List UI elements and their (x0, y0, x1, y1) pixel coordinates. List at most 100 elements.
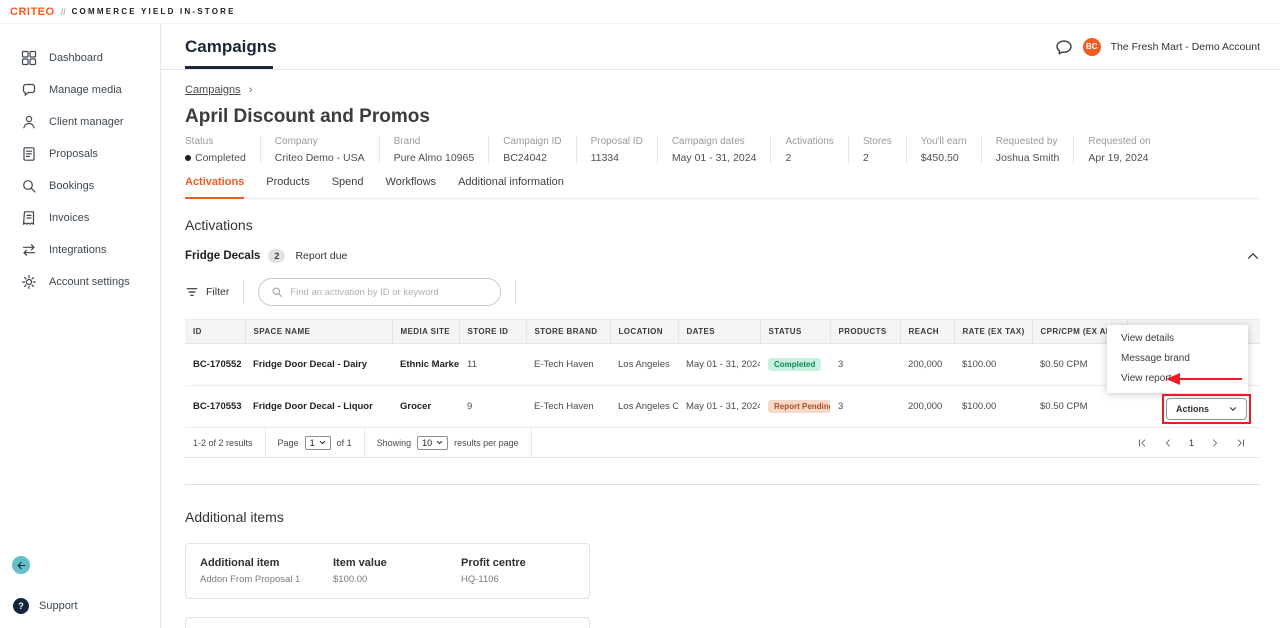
col-location: LOCATION (610, 320, 678, 344)
speech-bubble-icon (21, 82, 37, 98)
sidebar-label: Client manager (49, 116, 124, 128)
topbar: CRITEO // COMMERCE YIELD IN-STORE (0, 0, 1280, 24)
collapse-sidebar-button[interactable] (12, 556, 30, 574)
search-icon (271, 286, 283, 298)
sidebar-label: Integrations (49, 244, 106, 256)
next-page-icon[interactable] (1210, 438, 1220, 448)
additional-item-card: Additional item Item value Profit centre (185, 617, 590, 628)
breadcrumb-separator: › (249, 84, 253, 96)
sidebar: Dashboard Manage media Client manager Pr… (0, 24, 161, 628)
first-page-icon[interactable] (1137, 438, 1147, 448)
info-field-earn: You'll earn $450.50 (906, 136, 981, 164)
table-row[interactable]: BC-170553 Fridge Door Decal - Liquor Gro… (185, 386, 1260, 428)
col-media-site: MEDIA SITE (392, 320, 459, 344)
sidebar-item-bookings[interactable]: Bookings (0, 170, 160, 202)
gear-icon (21, 274, 37, 290)
col-store-id: STORE ID (459, 320, 526, 344)
activations-table: ID SPACE NAME MEDIA SITE STORE ID STORE … (185, 319, 1260, 458)
col-dates: DATES (678, 320, 760, 344)
additional-items-title: Additional items (185, 509, 1260, 525)
sidebar-item-integrations[interactable]: Integrations (0, 234, 160, 266)
chat-bubble-icon[interactable] (1055, 38, 1073, 56)
logo-separator: // (61, 7, 66, 17)
info-field-requested-on: Requested on Apr 19, 2024 (1073, 136, 1164, 164)
status-dot (185, 155, 191, 161)
activation-group-header: Fridge Decals 2 Report due (185, 249, 1260, 263)
menu-item-view-report[interactable]: View report (1107, 369, 1248, 389)
tab-additional-information[interactable]: Additional information (458, 176, 564, 198)
campaign-title: April Discount and Promos (185, 106, 1260, 128)
magnifier-icon (21, 178, 37, 194)
chevron-down-icon (319, 439, 326, 446)
results-count: 1-2 of 2 results (193, 428, 266, 457)
group-title: Fridge Decals (185, 250, 260, 262)
page-selector-group: Page 1 of 1 (266, 428, 365, 457)
info-field-stores: Stores 2 (848, 136, 906, 164)
menu-item-view-details[interactable]: View details (1107, 329, 1248, 349)
divider (515, 280, 516, 304)
sidebar-item-support[interactable]: ? Support (0, 598, 160, 614)
sidebar-item-client-manager[interactable]: Client manager (0, 106, 160, 138)
divider (243, 280, 244, 304)
chevron-down-icon (436, 439, 443, 446)
sidebar-item-dashboard[interactable]: Dashboard (0, 42, 160, 74)
tab-spend[interactable]: Spend (332, 176, 364, 198)
additional-item-card: Additional item Addon From Proposal 1 It… (185, 543, 590, 599)
info-field-company: Company Criteo Demo - USA (260, 136, 379, 164)
tab-workflows[interactable]: Workflows (386, 176, 437, 198)
breadcrumb-campaigns-link[interactable]: Campaigns (185, 84, 241, 96)
account-name[interactable]: The Fresh Mart - Demo Account (1111, 41, 1260, 53)
sidebar-item-invoices[interactable]: Invoices (0, 202, 160, 234)
dashboard-grid-icon (21, 50, 37, 66)
section-divider (185, 484, 1260, 485)
active-title-underline (185, 66, 273, 69)
tab-products[interactable]: Products (266, 176, 309, 198)
info-field-brand: Brand Pure Almo 10965 (379, 136, 489, 164)
sidebar-label: Account settings (49, 276, 130, 288)
col-products: PRODUCTS (830, 320, 900, 344)
sidebar-item-account-settings[interactable]: Account settings (0, 266, 160, 298)
current-page[interactable]: 1 (1189, 438, 1194, 448)
info-field-activations: Activations 2 (770, 136, 847, 164)
filter-icon (185, 285, 199, 299)
col-id: ID (185, 320, 245, 344)
info-field-proposal-id: Proposal ID 11334 (576, 136, 657, 164)
last-page-icon[interactable] (1236, 438, 1246, 448)
sidebar-item-proposals[interactable]: Proposals (0, 138, 160, 170)
invoice-icon (21, 210, 37, 226)
product-name: COMMERCE YIELD IN-STORE (72, 7, 236, 16)
sidebar-item-manage-media[interactable]: Manage media (0, 74, 160, 106)
criteo-logo: CRITEO (10, 6, 55, 18)
chevron-up-icon[interactable] (1246, 249, 1260, 263)
actions-button[interactable]: Actions (1166, 398, 1247, 420)
activation-search (258, 278, 501, 306)
table-header-row: ID SPACE NAME MEDIA SITE STORE ID STORE … (185, 320, 1260, 344)
tab-activations[interactable]: Activations (185, 176, 244, 199)
table-row[interactable]: BC-170552 Fridge Door Decal - Dairy Ethn… (185, 344, 1260, 386)
col-space-name: SPACE NAME (245, 320, 392, 344)
support-label: Support (39, 600, 78, 612)
person-icon (21, 114, 37, 130)
col-reach: REACH (900, 320, 954, 344)
page-title: Campaigns (185, 37, 277, 57)
sidebar-label: Manage media (49, 84, 122, 96)
per-page-group: Showing 10 results per page (365, 428, 532, 457)
info-field-campaign-dates: Campaign dates May 01 - 31, 2024 (657, 136, 771, 164)
page-select[interactable]: 1 (305, 436, 331, 450)
per-page-select[interactable]: 10 (417, 436, 448, 450)
group-status: Report due (295, 250, 347, 262)
status-badge: Report Pending (768, 400, 830, 413)
campaign-info-row: Status Completed Company Criteo Demo - U… (185, 136, 1260, 164)
prev-page-icon[interactable] (1163, 438, 1173, 448)
help-icon: ? (13, 598, 29, 614)
group-count-badge: 2 (268, 249, 285, 263)
menu-item-message-brand[interactable]: Message brand (1107, 349, 1248, 369)
activations-section-title: Activations (185, 217, 1260, 233)
search-input[interactable] (290, 287, 488, 298)
chevron-down-icon (1229, 405, 1237, 413)
sidebar-label: Bookings (49, 180, 94, 192)
avatar[interactable]: BC (1083, 38, 1101, 56)
breadcrumb: Campaigns › (185, 84, 1260, 96)
page-header: Campaigns BC The Fresh Mart - Demo Accou… (161, 24, 1280, 70)
filter-button[interactable]: Filter (185, 285, 229, 299)
